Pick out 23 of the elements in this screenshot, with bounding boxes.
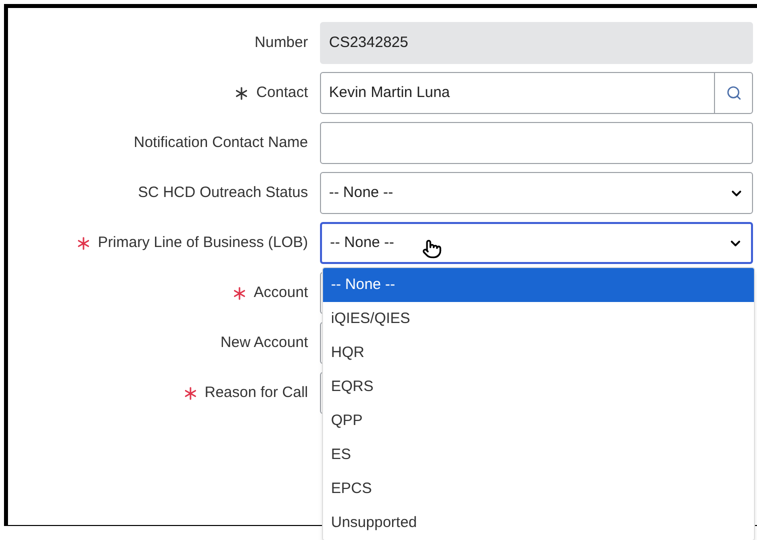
hand-cursor-icon [422,238,442,260]
dropdown-option[interactable]: EPCS [323,472,754,506]
select-field[interactable]: -- None -- [320,222,753,264]
field-label: New Account [220,332,308,353]
dropdown-option[interactable]: QPP [323,404,754,438]
number-field: CS2342825 [320,22,753,64]
field-label: Reason for Call [204,382,308,403]
field-label: Number [254,32,308,53]
field-label: SC HCD Outreach Status [138,182,308,203]
dropdown-option[interactable]: HQR [323,336,754,370]
search-icon[interactable] [726,85,742,101]
field-label: Primary Line of Business (LOB) [98,232,308,253]
field-label: Contact [256,82,308,103]
dropdown-option[interactable]: ES [323,438,754,472]
dropdown-option[interactable]: iQIES/QIES [323,302,754,336]
select-field[interactable]: -- None -- [320,172,753,214]
dropdown-option[interactable]: -- None -- [323,268,754,302]
field-label: Account [254,282,308,303]
contact-field[interactable]: Kevin Martin Luna [320,72,753,114]
dropdown-option[interactable]: EQRS [323,370,754,404]
field-label: Notification Contact Name [134,132,308,153]
dropdown-option[interactable]: Unsupported [323,506,754,540]
text-field[interactable] [320,122,753,164]
